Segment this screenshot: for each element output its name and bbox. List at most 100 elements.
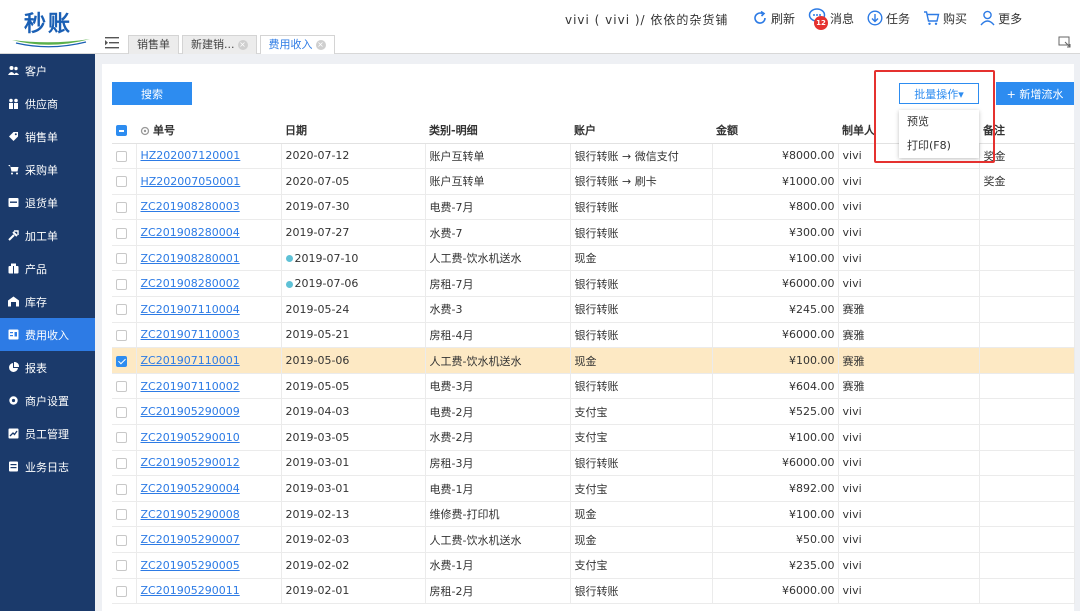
order-no-link[interactable]: ZC201905290007 [141,533,240,546]
row-checkbox[interactable] [116,304,127,316]
tasks-button[interactable]: 任务 [867,10,910,27]
category-cell: 电费-7月 [425,194,571,221]
sidebar-item-sales-orders[interactable]: 销售单 [0,120,95,153]
order-no-link[interactable]: ZC201905290004 [141,482,240,495]
messages-button[interactable]: 12 消息 [808,8,854,30]
refresh-button[interactable]: 刷新 [752,10,795,27]
close-icon[interactable]: × [237,40,248,50]
order-no-link[interactable]: HZ202007050001 [141,175,241,188]
order-no-link[interactable]: ZC201905290010 [141,431,240,444]
highlight-callout [874,70,995,163]
select-all-checkbox[interactable] [116,125,127,137]
more-button[interactable]: 更多 [980,10,1022,27]
table-row[interactable]: ZC201905290009 2019-04-03 电费-2月 支付宝 ¥525.00 v… [112,398,1075,426]
order-no-link[interactable]: ZC201905290008 [141,508,240,521]
cart-icon [924,11,940,25]
sidebar-item-processing[interactable]: 加工单 [0,219,95,252]
table-row[interactable]: ZC201907110001 2019-05-06 人工费-饮水机送水 现金 ¥100.… [112,347,1075,374]
row-checkbox[interactable] [116,585,127,597]
order-no-link[interactable]: ZC201907110004 [141,303,240,316]
tab-label: 新建销... [191,38,235,51]
row-checkbox[interactable] [116,278,127,290]
table-row[interactable]: ZC201907110002 2019-05-05 电费-3月 银行转账 ¥604.00… [112,373,1075,400]
col-order-no[interactable]: 单号 [136,118,281,144]
tab-new-sales[interactable]: 新建销... × [182,35,257,54]
table-row[interactable]: ZC201908280004 2019-07-27 水费-7 银行转账 ¥300.00 v… [112,219,1075,246]
close-icon[interactable]: × [315,40,326,50]
table-row[interactable]: ZC201908280002 2019-07-06 房租-7月 银行转账 ¥6000.0… [112,270,1075,298]
table-row[interactable]: ZC201905290011 2019-02-01 房租-2月 银行转账 ¥6000.0… [112,578,1075,605]
sidebar-item-suppliers[interactable]: 供应商 [0,87,95,120]
menu-toggle-icon[interactable] [105,37,119,49]
sidebar-item-staff-management[interactable]: 员工管理 [0,417,95,450]
account-cell: 银行转账 [570,296,713,323]
table-row[interactable]: ZC201905290005 2019-02-02 水费-1月 支付宝 ¥235.00 v… [112,552,1075,579]
row-checkbox[interactable] [116,201,127,213]
order-no-link[interactable]: ZC201907110001 [141,354,240,367]
amount-cell: ¥604.00 [712,373,839,400]
table-row[interactable]: ZC201908280001 2019-07-10 人工费-饮水机送水 现金 ¥100.… [112,245,1075,272]
row-checkbox[interactable] [116,381,127,393]
order-no-link[interactable]: ZC201905290005 [141,559,240,572]
order-no-link[interactable]: ZC201905290009 [141,405,240,418]
row-checkbox[interactable] [116,253,127,265]
sidebar-item-inventory[interactable]: 库存 [0,285,95,318]
order-no-cell: ZC201905290005 [136,552,282,579]
date-value: 2020-07-05 [285,174,350,188]
col-date[interactable]: 日期 [281,118,425,144]
tab-expense-income[interactable]: 费用收入 × [259,35,335,54]
order-no-link[interactable]: ZC201908280004 [141,226,240,239]
row-checkbox[interactable] [116,150,127,162]
row-checkbox[interactable] [116,534,127,546]
row-checkbox[interactable] [116,329,127,341]
order-no-link[interactable]: ZC201908280002 [141,277,240,290]
col-account[interactable]: 账户 [570,118,712,144]
table-row[interactable]: ZC201907110004 2019-05-24 水费-3 银行转账 ¥245.00 赛… [112,296,1075,323]
row-checkbox[interactable] [116,509,127,521]
gear-icon[interactable] [140,126,150,136]
order-no-link[interactable]: ZC201908280001 [141,252,240,265]
table-body: HZ202007120001 2020-07-12 账户互转单 银行转账 → 微信支付… [112,143,1075,605]
col-category[interactable]: 类别-明细 [425,118,570,144]
sidebar-item-returns[interactable]: 退货单 [0,186,95,219]
table-row[interactable]: ZC201908280003 2019-07-30 电费-7月 银行转账 ¥800.00… [112,194,1075,221]
row-checkbox[interactable] [116,483,127,495]
purchase-button[interactable]: 购买 [923,10,967,27]
table-row[interactable]: ZC201905290008 2019-02-13 维修费-打印机 现金 ¥100.00… [112,501,1075,528]
window-restore-icon[interactable] [1058,36,1072,49]
row-checkbox[interactable] [116,432,127,444]
table-row[interactable]: ZC201907110003 2019-05-21 房租-4月 银行转账 ¥6000.0… [112,322,1075,349]
table-row[interactable]: ZC201905290010 2019-03-05 水费-2月 支付宝 ¥100.00 v… [112,424,1075,451]
sidebar-item-customers[interactable]: 客户 [0,54,95,87]
sidebar-item-reports[interactable]: 报表 [0,351,95,384]
table-row[interactable]: ZC201905290012 2019-03-01 房租-3月 银行转账 ¥6000.0… [112,450,1075,477]
row-checkbox[interactable] [116,406,127,418]
sidebar-item-merchant-settings[interactable]: 商户设置 [0,384,95,417]
order-no-link[interactable]: ZC201908280003 [141,200,240,213]
order-no-link[interactable]: ZC201905290012 [141,456,240,469]
col-amount[interactable]: 金额 [712,118,838,144]
order-no-link[interactable]: ZC201907110002 [141,380,240,393]
row-checkbox[interactable] [116,227,127,239]
order-no-link[interactable]: HZ202007120001 [141,149,241,162]
users-icon [8,66,19,75]
row-checkbox[interactable] [116,457,127,469]
app-logo[interactable]: 秒账 [10,4,92,50]
sidebar-item-business-log[interactable]: 业务日志 [0,450,95,483]
search-button[interactable]: 搜索 [112,82,192,105]
table-row[interactable]: HZ202007050001 2020-07-05 账户互转单 银行转账 → 刷卡 ¥1… [112,168,1075,195]
row-checkbox[interactable] [116,355,127,367]
row-checkbox[interactable] [116,560,127,572]
add-transaction-button[interactable]: + 新增流水 [996,82,1074,105]
order-no-link[interactable]: ZC201905290011 [141,584,240,597]
sidebar-item-purchase-orders[interactable]: 采购单 [0,153,95,186]
sidebar-item-expense-income[interactable]: 费用收入 [0,318,95,351]
note-cell [979,450,1075,477]
note-cell [979,552,1075,579]
row-checkbox[interactable] [116,176,127,188]
table-row[interactable]: ZC201905290004 2019-03-01 电费-1月 支付宝 ¥892.00 v… [112,475,1075,502]
sidebar-item-products[interactable]: 产品 [0,252,95,285]
table-row[interactable]: ZC201905290007 2019-02-03 人工费-饮水机送水 现金 ¥50.0… [112,526,1075,553]
tab-sales-order[interactable]: 销售单 [128,35,179,54]
order-no-link[interactable]: ZC201907110003 [141,328,240,341]
